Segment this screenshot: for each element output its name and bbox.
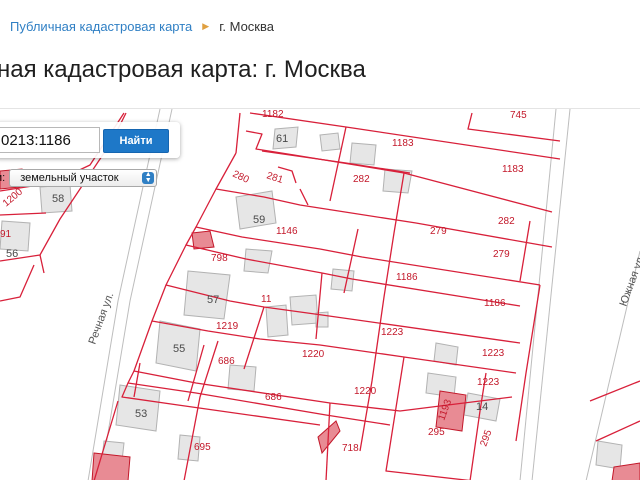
parcel-label: 1186 — [396, 272, 418, 283]
building-number: 14 — [476, 401, 488, 413]
parcel-label: 1223 — [482, 348, 505, 359]
parcel-label: 1183 — [392, 138, 414, 149]
page-title: ная кадастровая карта: г. Москва — [0, 56, 366, 83]
breadcrumb-separator-icon: ▶ — [202, 20, 210, 31]
parcel-label: 745 — [510, 110, 527, 121]
parcel-label: 686 — [218, 356, 235, 367]
object-type-row: и: земельный участок ▲▼ — [0, 168, 158, 188]
parcel-label: 280 — [231, 169, 251, 186]
parcel-label: 295 — [428, 427, 445, 438]
search-panel: Найти — [0, 122, 180, 158]
parcel-label: 1220 — [354, 386, 377, 397]
parcel-label: 718 — [342, 443, 359, 454]
building-number: 56 — [6, 248, 18, 260]
parcel-label: 281 — [265, 170, 285, 186]
cadastral-map[interactable]: 1183 1183 282 282 280 281 279 279 1146 7… — [0, 108, 640, 480]
parcel-label: 686 — [265, 392, 282, 403]
building-number: 58 — [52, 193, 64, 205]
object-type-label: и: — [0, 172, 6, 184]
building-number: 61 — [276, 133, 288, 145]
building-number: 57 — [207, 294, 219, 306]
parcel-label: 798 — [211, 253, 228, 264]
object-type-value: земельный участок — [20, 172, 119, 184]
cadastral-number-input[interactable] — [0, 127, 100, 153]
parcel-label: 1220 — [302, 349, 325, 360]
building-number: 59 — [253, 214, 265, 226]
parcel-label: 282 — [498, 216, 515, 227]
breadcrumb-current: г. Москва — [219, 18, 274, 34]
parcel-label: 279 — [430, 226, 447, 237]
breadcrumb-link-public-map[interactable]: Публичная кадастровая карта — [10, 19, 192, 34]
parcel-label: 695 — [194, 442, 211, 453]
parcel-label: 295 — [478, 428, 494, 448]
parcel-label: 1146 — [276, 226, 298, 237]
parcel-label: 1186 — [484, 298, 506, 309]
breadcrumb: Публичная кадастровая карта ▶ г. Москва — [0, 0, 640, 52]
select-arrows-icon: ▲ ▼ — [142, 171, 155, 184]
parcel-label: 279 — [493, 249, 510, 260]
street-label-yuzhnaya: Южная ул. — [618, 253, 640, 308]
parcel-label: 1183 — [502, 164, 524, 175]
parcel-label: 11 — [261, 294, 272, 305]
parcel-label: 282 — [353, 174, 370, 185]
parcel-label: 1219 — [216, 321, 239, 332]
map-canvas[interactable]: 1183 1183 282 282 280 281 279 279 1146 7… — [0, 109, 640, 480]
building-number: 55 — [173, 343, 185, 355]
find-button[interactable]: Найти — [103, 129, 169, 153]
parcel-label: 1223 — [477, 377, 500, 388]
building-number: 53 — [135, 408, 147, 420]
parcel-label: 1182 — [262, 109, 284, 120]
parcel-label: 1223 — [381, 327, 404, 338]
object-type-select[interactable]: земельный участок ▲ ▼ — [9, 169, 158, 187]
parcel-labels: 1183 1183 282 282 280 281 279 279 1146 7… — [0, 109, 527, 454]
parcel-label: 91 — [0, 229, 12, 240]
